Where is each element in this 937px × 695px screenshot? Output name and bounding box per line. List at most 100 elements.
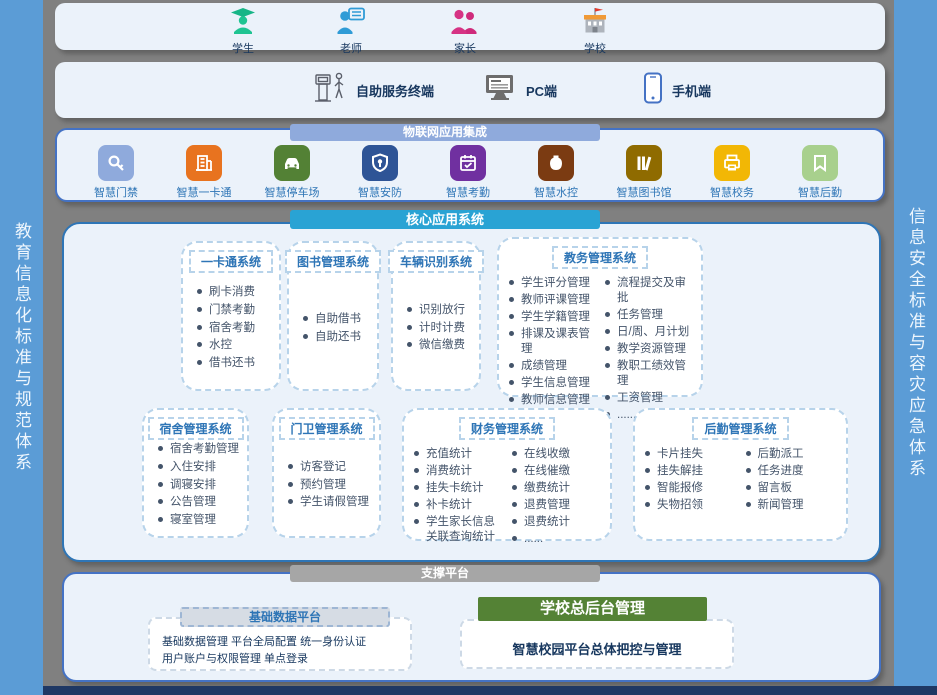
list-item: 宿舍考勤管理: [158, 442, 241, 457]
calendar-icon: [450, 145, 486, 181]
school-admin-content: 智慧校园平台总体把控与管理: [460, 619, 734, 669]
system-title: 财务管理系统: [459, 417, 555, 440]
list-item: 公告管理: [158, 495, 241, 510]
terminal-label: 自助服务终端: [356, 81, 434, 100]
list-item: 学生评分管理: [509, 276, 599, 291]
list-item: 挂失卡统计: [414, 481, 506, 496]
terminals-panel: 自助服务终端 PC端: [55, 62, 885, 118]
teacher-icon: [336, 7, 366, 39]
iot-tile-attendance: 智慧考勤: [431, 145, 505, 200]
right-standards-label: 信息安全标准与容灾应急体系: [907, 207, 924, 480]
iot-tile-label: 智慧图书馆: [617, 184, 672, 200]
system-columns: 充值统计 消费统计 挂失卡统计 补卡统计 学生家长信息关联查询统计 在线收缴 在…: [410, 447, 604, 547]
system-item-list: 学生评分管理 教师评课管理 学生学籍管理 排课及课表管理 成绩管理 学生信息管理…: [505, 276, 599, 424]
user-group-school: 学校: [557, 7, 633, 56]
system-title: 车辆识别系统: [388, 250, 484, 273]
system-academic: 教务管理系统 学生评分管理 教师评课管理 学生学籍管理 排课及课表管理 成绩管理…: [497, 237, 703, 397]
system-title: 后勤管理系统: [692, 417, 788, 440]
list-item: 刷卡消费: [197, 285, 273, 300]
shield-icon: [362, 145, 398, 181]
list-item: 入住安排: [158, 460, 241, 475]
user-label: 家长: [454, 40, 476, 56]
list-item: 访客登记: [288, 460, 373, 475]
system-item-list: 刷卡消费 门禁考勤 宿舍考勤 水控 借书还书: [189, 273, 273, 383]
iot-tile-onecard: 智慧一卡通: [167, 145, 241, 200]
base-data-platform-title: 基础数据平台: [180, 607, 390, 627]
list-item: 后勤派工: [746, 447, 841, 462]
core-section-banner: 核心应用系统: [290, 210, 600, 229]
iot-tile-logistics: 智慧后勤: [783, 145, 857, 200]
list-item: 退费管理: [512, 498, 604, 513]
list-item: 宿舍考勤: [197, 321, 273, 336]
right-standards-bar: 信息安全标准与容灾应急体系: [894, 0, 937, 686]
system-item-list: 充值统计 消费统计 挂失卡统计 补卡统计 学生家长信息关联查询统计: [410, 447, 506, 547]
iot-tile-school-affairs: 智慧校务: [695, 145, 769, 200]
list-item: 新闻管理: [746, 498, 841, 513]
list-item: 排课及课表管理: [509, 327, 599, 357]
system-finance: 财务管理系统 充值统计 消费统计 挂失卡统计 补卡统计 学生家长信息关联查询统计…: [402, 408, 612, 541]
users-panel: 学生 老师: [55, 3, 885, 50]
list-item: 学生请假管理: [288, 495, 373, 510]
system-vehicle: 车辆识别系统 识别放行 计时计费 微信缴费: [391, 241, 481, 391]
user-group-student: 学生: [205, 7, 281, 56]
list-item: 智能报修: [645, 481, 740, 496]
student-icon: [229, 7, 257, 39]
list-item: 教学资源管理: [605, 342, 695, 357]
base-platform-line: 基础数据管理 平台全局配置 统一身份认证: [162, 634, 402, 651]
iot-tile-label: 智慧校务: [710, 184, 754, 200]
list-item: 留言板: [746, 481, 841, 496]
kiosk-icon: [313, 70, 347, 111]
list-item: ......: [512, 532, 604, 547]
list-item: 工资管理: [605, 391, 695, 406]
system-item-list: 识别放行 计时计费 微信缴费: [399, 273, 473, 383]
list-item: 寝室管理: [158, 513, 241, 528]
support-panel: 基础数据平台 基础数据管理 平台全局配置 统一身份认证 用户账户与权限管理 单点…: [62, 572, 881, 682]
list-item: 失物招领: [645, 498, 740, 513]
building-icon: [186, 145, 222, 181]
list-item: 退费统计: [512, 515, 604, 530]
water-jar-icon: [538, 145, 574, 181]
system-title: 宿舍管理系统: [148, 417, 244, 440]
iot-tile-access: 智慧门禁: [79, 145, 153, 200]
iot-tile-water: 智慧水控: [519, 145, 593, 200]
books-icon: [626, 145, 662, 181]
list-item: 自助还书: [303, 330, 371, 345]
core-applications-panel: 一卡通系统 刷卡消费 门禁考勤 宿舍考勤 水控 借书还书 图书管理系统 自助借书…: [62, 222, 881, 562]
iot-tile-security: 智慧安防: [343, 145, 417, 200]
phone-icon: [643, 72, 663, 109]
terminal-group-mobile: 手机端: [643, 62, 711, 118]
list-item: 微信缴费: [407, 338, 473, 353]
system-item-list: 自助借书 自助还书: [295, 273, 371, 383]
list-item: 补卡统计: [414, 498, 506, 513]
list-item: 自助借书: [303, 312, 371, 327]
system-item-list: 在线收缴 在线催缴 缴费统计 退费管理 退费统计 ......: [508, 447, 604, 547]
parents-icon: [450, 7, 480, 39]
system-columns: 卡片挂失 挂失解挂 智能报修 失物招领 后勤派工 任务进度 留言板 新闻管理: [641, 447, 840, 533]
system-logistics: 后勤管理系统 卡片挂失 挂失解挂 智能报修 失物招领 后勤派工 任务进度 留言板…: [633, 408, 848, 541]
support-section-banner: 支撑平台: [290, 565, 600, 582]
system-title: 教务管理系统: [552, 246, 648, 269]
system-onecard: 一卡通系统 刷卡消费 门禁考勤 宿舍考勤 水控 借书还书: [181, 241, 281, 391]
printer-icon: [714, 145, 750, 181]
list-item: 调寝安排: [158, 478, 241, 493]
system-gate: 门卫管理系统 访客登记 预约管理 学生请假管理: [272, 408, 381, 538]
list-item: 计时计费: [407, 321, 473, 336]
list-item: 教师评课管理: [509, 293, 599, 308]
list-item: 挂失解挂: [645, 464, 740, 479]
bottom-strip: [25, 686, 937, 695]
list-item: 缴费统计: [512, 481, 604, 496]
left-standards-label: 教育信息化标准与规范体系: [13, 222, 30, 474]
iot-section-banner: 物联网应用集成: [290, 124, 600, 141]
list-item: 教师信息管理: [509, 393, 599, 408]
base-platform-line: 用户账户与权限管理 单点登录: [162, 651, 402, 668]
user-label: 老师: [340, 40, 362, 56]
iot-tile-label: 智慧后勤: [798, 184, 842, 200]
list-item: 任务管理: [605, 308, 695, 323]
list-item: 任务进度: [746, 464, 841, 479]
system-title: 图书管理系统: [285, 250, 381, 273]
list-item: 充值统计: [414, 447, 506, 462]
system-library: 图书管理系统 自助借书 自助还书: [287, 241, 379, 391]
system-dormitory: 宿舍管理系统 宿舍考勤管理 入住安排 调寝安排 公告管理 寝室管理: [142, 408, 249, 538]
iot-tile-label: 智慧停车场: [265, 184, 320, 200]
school-icon: [579, 7, 611, 39]
